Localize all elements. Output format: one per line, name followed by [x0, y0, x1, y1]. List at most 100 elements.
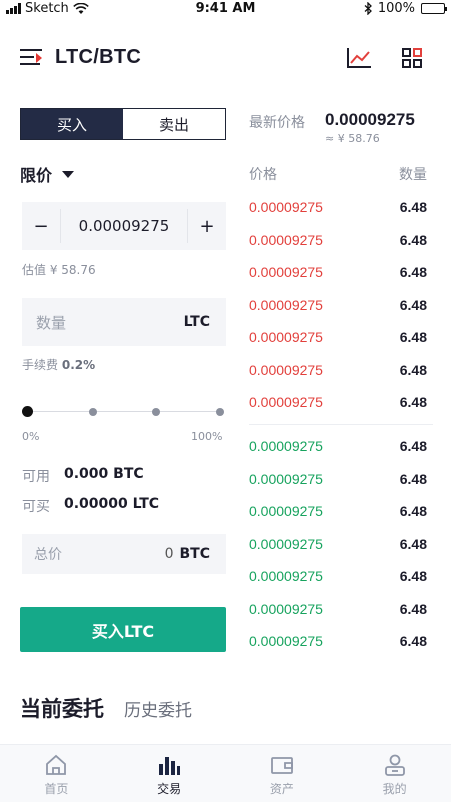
slider-stop-1[interactable] [89, 408, 97, 416]
total-unit: BTC [179, 546, 211, 562]
nav-profile[interactable]: 我的 [338, 745, 451, 802]
order-price: 0.00009275 [249, 231, 323, 248]
home-icon [46, 754, 67, 775]
price-estimate: 估值 ¥ 58.76 [22, 263, 96, 277]
order-price: 0.00009275 [249, 361, 323, 378]
order-price: 0.00009275 [249, 470, 323, 487]
trading-pair-title[interactable]: LTC/BTC [55, 46, 141, 69]
fee-info: 手续费 0.2% [22, 356, 95, 373]
order-qty: 6.48 [399, 470, 427, 487]
bid-row[interactable]: 0.00009275 6.48 [249, 633, 427, 649]
ask-row[interactable]: 0.00009275 6.48 [249, 232, 427, 248]
tab-current-orders[interactable]: 当前委托 [20, 693, 104, 723]
order-qty: 6.48 [399, 438, 427, 454]
nav-assets[interactable]: 资产 [226, 745, 339, 802]
user-icon [384, 754, 405, 776]
slider-track [26, 411, 220, 412]
order-price: 0.00009275 [249, 535, 323, 552]
ask-row[interactable]: 0.00009275 6.48 [249, 297, 427, 313]
order-qty: 6.48 [399, 600, 427, 617]
available-label: 可用 [22, 469, 50, 485]
bid-row[interactable]: 0.00009275 6.48 [249, 438, 427, 454]
price-input[interactable]: 0.00009275 [60, 209, 188, 243]
orderbook-price-header: 价格 [249, 167, 277, 183]
tab-buy[interactable]: 买入 [21, 109, 123, 139]
order-type-select[interactable]: 限价 [20, 162, 75, 186]
orderbook-header: 价格 数量 [249, 164, 427, 184]
battery-icon [421, 3, 447, 14]
status-bar: Sketch 9:41 AM 100% [0, 0, 451, 20]
order-price: 0.00009275 [249, 264, 323, 280]
price-stepper: − 0.00009275 + [22, 202, 226, 250]
available-balance: 可用 0.000 BTC [22, 466, 144, 486]
header: LTC/BTC [0, 36, 451, 84]
orderbook-qty-header: 数量 [399, 167, 427, 183]
order-price: 0.00009275 [249, 394, 323, 410]
can-buy-label: 可买 [22, 499, 50, 515]
tab-sell[interactable]: 卖出 [123, 109, 225, 139]
order-price: 0.00009275 [249, 633, 323, 649]
slider-min-label: 0% [22, 430, 40, 443]
fee-value: 0.2% [61, 358, 96, 372]
bid-row[interactable]: 0.00009275 6.48 [249, 568, 427, 584]
latest-price-label: 最新价格 [249, 115, 305, 131]
ask-row[interactable]: 0.00009275 6.48 [249, 199, 427, 215]
can-buy-amount: 可买 0.00000 LTC [22, 496, 159, 516]
order-qty: 6.48 [399, 264, 427, 280]
price-increment-button[interactable]: + [188, 216, 226, 237]
orderbook-divider [249, 424, 433, 425]
nav-label: 资产 [269, 782, 294, 796]
order-qty: 6.48 [399, 535, 427, 552]
bar-chart-icon [159, 757, 181, 775]
slider-stop-0[interactable] [22, 406, 33, 417]
line-chart-icon[interactable] [346, 47, 372, 69]
menu-icon[interactable] [20, 49, 42, 69]
order-price: 0.00009275 [249, 568, 323, 584]
can-buy-value: 0.00000 LTC [64, 496, 160, 512]
buy-sell-tabs: 买入 卖出 [20, 108, 226, 140]
order-price: 0.00009275 [249, 503, 323, 519]
slider-stop-3[interactable] [216, 408, 224, 416]
nav-label: 我的 [382, 782, 407, 796]
order-price: 0.00009275 [249, 296, 323, 313]
order-type-label: 限价 [20, 166, 53, 185]
latest-price: 0.00009275 [325, 110, 415, 129]
slider-stop-2[interactable] [152, 408, 160, 416]
nav-label: 交易 [157, 782, 182, 796]
nav-trade[interactable]: 交易 [113, 745, 226, 802]
order-qty: 6.48 [399, 329, 427, 345]
bid-row[interactable]: 0.00009275 6.48 [249, 471, 427, 487]
order-qty: 6.48 [399, 633, 427, 649]
slider-max-label: 100% [191, 430, 223, 443]
order-qty: 6.48 [399, 568, 427, 584]
order-price: 0.00009275 [249, 329, 323, 345]
amount-slider[interactable] [22, 404, 224, 420]
bid-row[interactable]: 0.00009275 6.48 [249, 536, 427, 552]
price-decrement-button[interactable]: − [22, 216, 60, 237]
nav-home[interactable]: 首页 [0, 745, 113, 802]
order-qty: 6.48 [399, 394, 427, 410]
tab-order-history[interactable]: 历史委托 [124, 696, 192, 721]
buy-ltc-button[interactable]: 买入LTC [20, 607, 226, 652]
battery-percent: 100% [377, 1, 415, 16]
order-price: 0.00009275 [249, 199, 323, 215]
total-field[interactable]: 总价 0 BTC [22, 534, 226, 574]
ask-row[interactable]: 0.00009275 6.48 [249, 362, 427, 378]
total-placeholder: 总价 [34, 547, 62, 563]
available-value: 0.000 BTC [64, 466, 144, 482]
bid-row[interactable]: 0.00009275 6.48 [249, 601, 427, 617]
grid-icon[interactable] [402, 48, 422, 68]
ask-row[interactable]: 0.00009275 6.48 [249, 329, 427, 345]
status-right: 100% [364, 1, 447, 16]
quantity-unit: LTC [183, 314, 210, 330]
wallet-icon [270, 757, 293, 774]
bid-row[interactable]: 0.00009275 6.48 [249, 503, 427, 519]
quantity-field[interactable]: 数量 LTC [22, 298, 226, 346]
order-qty: 6.48 [399, 296, 427, 313]
order-qty: 6.48 [399, 503, 427, 519]
order-qty: 6.48 [399, 199, 427, 215]
ask-row[interactable]: 0.00009275 6.48 [249, 394, 427, 410]
quantity-placeholder: 数量 [36, 313, 67, 332]
order-price: 0.00009275 [249, 600, 323, 617]
ask-row[interactable]: 0.00009275 6.48 [249, 264, 427, 280]
